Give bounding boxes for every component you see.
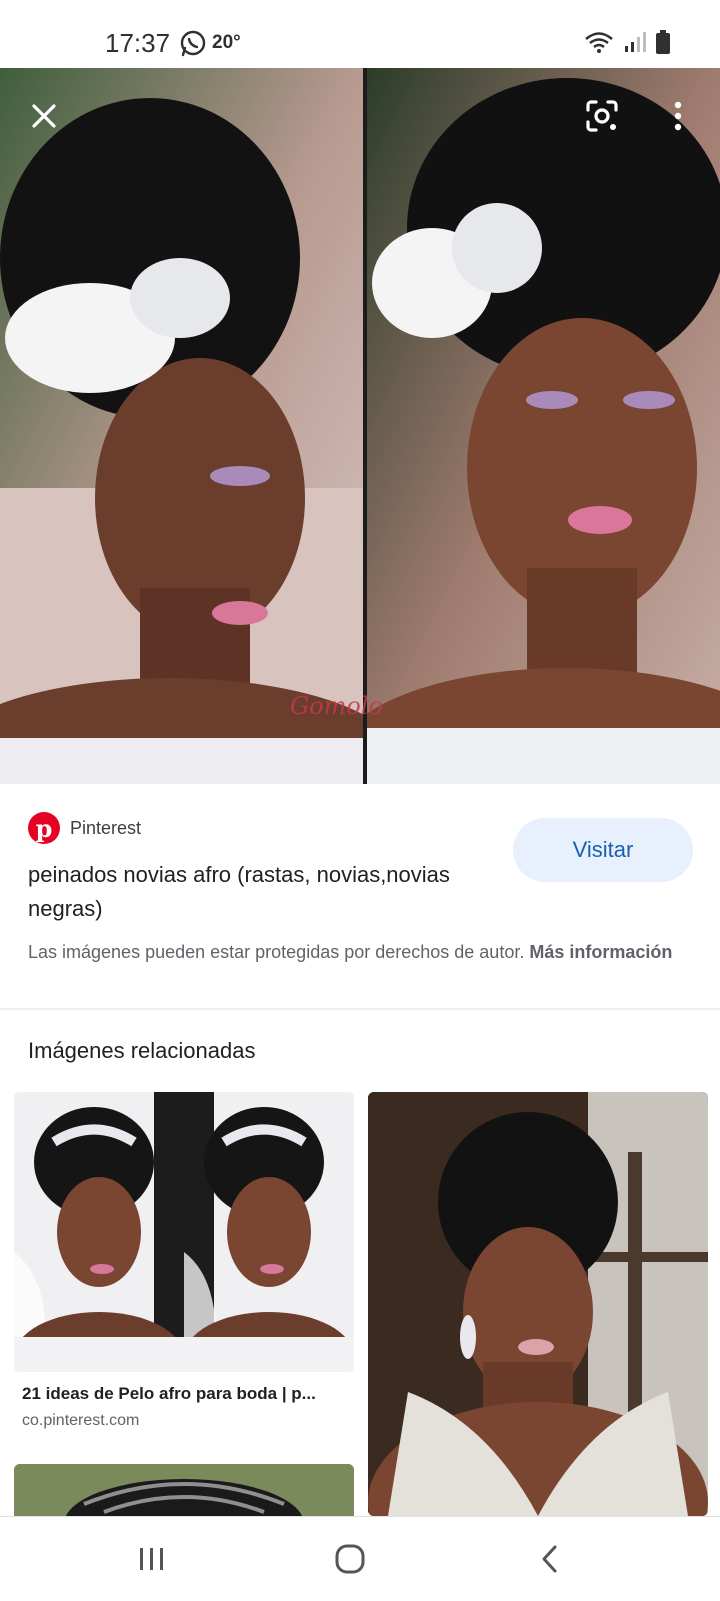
- system-nav-bar: [0, 1516, 720, 1601]
- close-icon: [32, 104, 56, 128]
- related-image-1[interactable]: [14, 1092, 354, 1372]
- more-vert-icon: [674, 101, 682, 131]
- related-thumbnail-3: [14, 1464, 354, 1524]
- status-temperature: 20°: [212, 32, 241, 53]
- status-bar: 17:37 20°: [0, 0, 720, 68]
- status-icons: [584, 30, 670, 54]
- wifi-icon: [585, 32, 613, 53]
- home-icon: [335, 1544, 365, 1574]
- main-image[interactable]: Gomolo: [0, 68, 720, 784]
- signal-icon: [625, 32, 646, 52]
- related-image-2[interactable]: [368, 1092, 708, 1516]
- back-button[interactable]: [520, 1531, 580, 1587]
- related-thumbnail-2: [368, 1092, 708, 1516]
- home-button[interactable]: [320, 1531, 380, 1587]
- related-caption-1[interactable]: 21 ideas de Pelo afro para boda | p...: [22, 1384, 352, 1404]
- recents-button[interactable]: [122, 1531, 182, 1587]
- pinterest-logo-icon: p: [28, 812, 60, 844]
- image-title[interactable]: peinados novias afro (rastas, novias,nov…: [28, 858, 488, 926]
- source-site-name: Pinterest: [70, 817, 142, 838]
- whatsapp-icon: [180, 30, 206, 57]
- source-row[interactable]: p Pinterest: [28, 812, 141, 844]
- related-image-3[interactable]: [14, 1464, 354, 1524]
- recents-icon: [140, 1548, 163, 1570]
- watermark: Gomolo: [290, 692, 383, 720]
- lens-button[interactable]: [574, 88, 630, 144]
- battery-icon: [656, 30, 670, 54]
- related-domain-1: co.pinterest.com: [22, 1412, 140, 1429]
- divider: [0, 1008, 720, 1010]
- visit-button[interactable]: Visitar: [513, 818, 693, 882]
- copyright-notice: Las imágenes pueden estar protegidas por…: [28, 938, 698, 966]
- related-heading: Imágenes relacionadas: [28, 1038, 256, 1063]
- related-thumbnail-1: [14, 1092, 354, 1372]
- close-button[interactable]: [16, 88, 72, 144]
- copyright-text: Las imágenes pueden estar protegidas por…: [28, 942, 525, 962]
- status-time: 17:37: [105, 28, 171, 58]
- back-icon: [542, 1545, 557, 1573]
- more-options-button[interactable]: [650, 88, 706, 144]
- more-info-link[interactable]: Más información: [529, 942, 672, 962]
- bride-photo-right: [367, 68, 720, 784]
- lens-icon: [586, 100, 618, 132]
- bride-photo-left: [0, 68, 363, 784]
